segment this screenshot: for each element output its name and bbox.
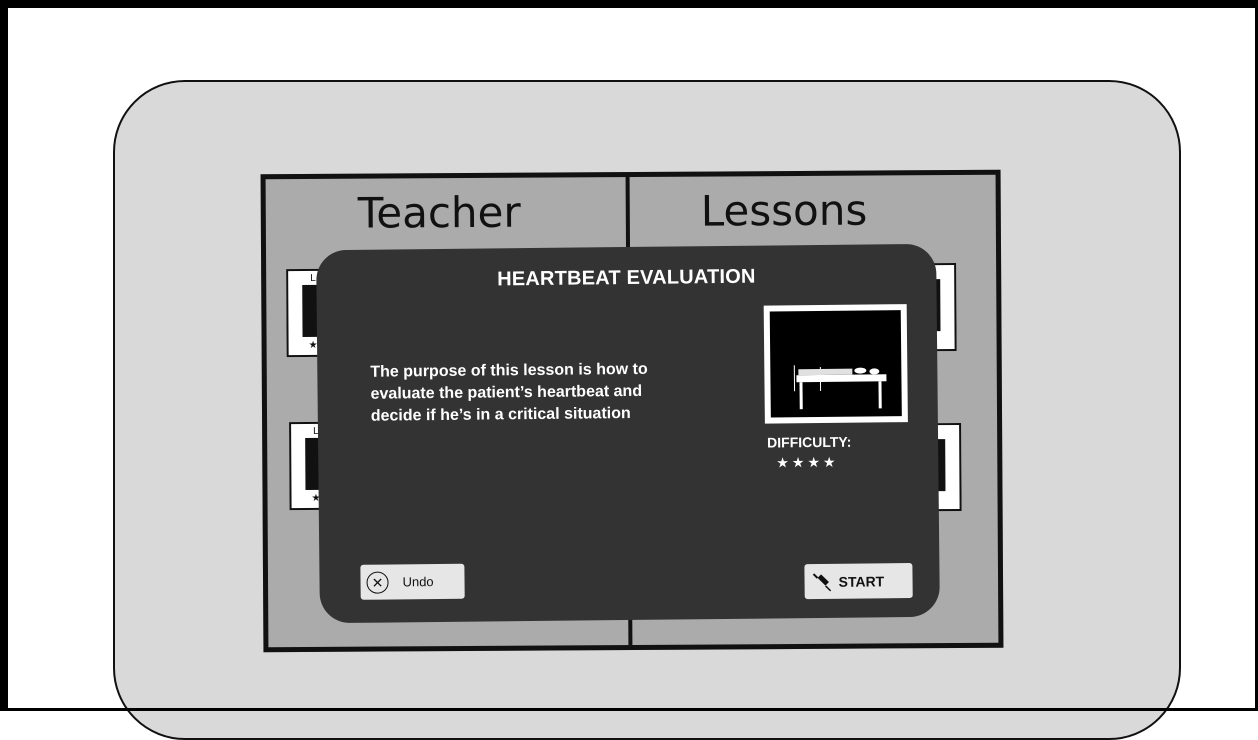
lessons-title: Lessons [701,186,868,236]
lesson-thumbnail [764,304,908,423]
difficulty-stars: ★★★★ [776,454,838,472]
start-button[interactable]: START [804,563,912,599]
teacher-title: Teacher [358,188,521,238]
modal-title: HEARTBEAT EVALUATION [316,264,936,293]
start-label: START [838,573,884,589]
syringe-icon [810,570,832,592]
lesson-detail-modal: HEARTBEAT EVALUATION The purpose of this… [316,244,940,623]
difficulty-label: DIFFICULTY: [767,434,851,451]
undo-label: Undo [402,574,433,589]
card-label: L [310,273,316,284]
lesson-description: The purpose of this lesson is how to eva… [370,358,691,427]
hospital-bed-icon [770,310,902,417]
undo-button[interactable]: ✕ Undo [360,564,464,600]
close-circle-icon: ✕ [366,571,388,593]
